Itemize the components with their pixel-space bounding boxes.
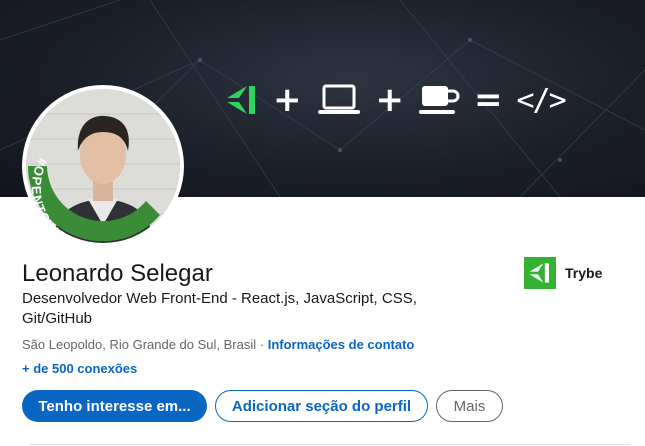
open-to-work-frame: #OPENTOWORK (27, 156, 161, 247)
current-company[interactable]: Trybe (524, 257, 602, 289)
section-divider (30, 444, 630, 445)
plus-sign: + (273, 80, 302, 120)
location-row: São Leopoldo, Rio Grande do Sul, Brasil … (22, 336, 414, 354)
open-to-button[interactable]: Tenho interesse em... (22, 390, 207, 422)
add-profile-section-button[interactable]: Adicionar seção do perfil (215, 390, 428, 422)
profile-actions: Tenho interesse em... Adicionar seção do… (22, 390, 503, 422)
profile-headline: Desenvolvedor Web Front-End - React.js, … (22, 290, 417, 327)
contact-info-link[interactable]: Informações de contato (268, 337, 415, 352)
laptop-icon (317, 84, 360, 114)
separator-dot: · (256, 337, 268, 352)
trybe-logo-icon (227, 86, 255, 114)
plus-sign: + (375, 80, 405, 120)
connections-link[interactable]: + de 500 conexões (22, 360, 137, 378)
equals-sign: = (474, 80, 503, 120)
profile-name: Leonardo Selegar (22, 260, 213, 287)
code-symbol: </> (516, 82, 567, 118)
profile-location: São Leopoldo, Rio Grande do Sul, Brasil (22, 337, 257, 352)
profile-photo[interactable]: #OPENTOWORK (22, 85, 184, 247)
company-logo-icon (524, 257, 556, 289)
trybe-logo-icon (529, 263, 549, 283)
company-name: Trybe (565, 265, 603, 281)
banner-formula: + + = </> (225, 80, 567, 120)
coffee-cup-icon (419, 86, 460, 114)
more-button[interactable]: Mais (436, 390, 503, 422)
